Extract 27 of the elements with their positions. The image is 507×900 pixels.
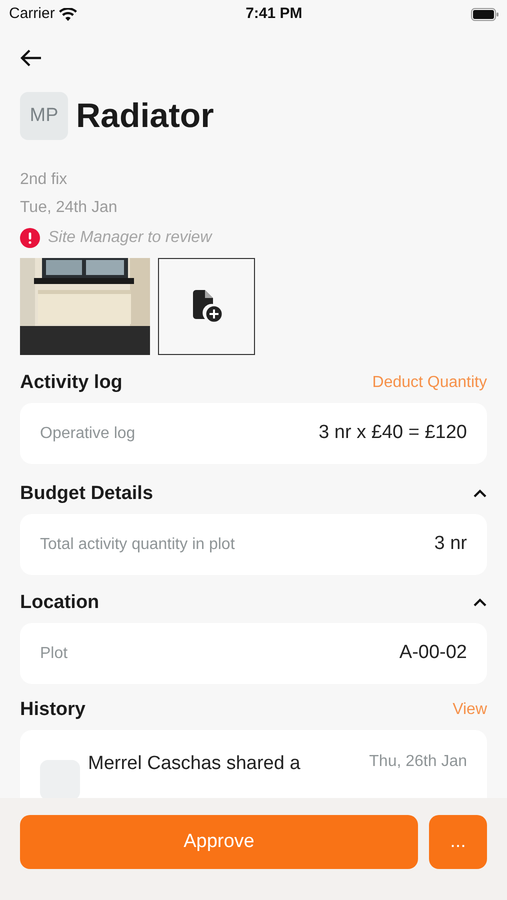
row-label: Total activity quantity in plot bbox=[40, 534, 235, 554]
section-title: Location bbox=[20, 591, 100, 615]
avatar: MP bbox=[20, 92, 68, 140]
deduct-quantity-link[interactable]: Deduct Quantity bbox=[372, 371, 487, 395]
view-link[interactable]: View bbox=[452, 698, 487, 722]
battery-icon bbox=[470, 8, 499, 20]
subtitle-text: 2nd fix bbox=[20, 170, 68, 190]
section-title: Budget Details bbox=[20, 482, 154, 506]
row-value: 3 nr x £40 = £120 bbox=[318, 421, 467, 446]
alert-icon bbox=[20, 228, 40, 248]
page-title: Radiator bbox=[76, 96, 214, 136]
carrier-label: Carrier bbox=[9, 4, 55, 24]
status-text: Site Manager to review bbox=[48, 228, 212, 248]
row-value: 3 nr bbox=[434, 532, 467, 556]
row-label: Operative log bbox=[40, 424, 136, 444]
clock-time: 7:41 PM bbox=[246, 4, 302, 24]
row-label: Plot bbox=[40, 644, 68, 664]
section-title: History bbox=[20, 698, 86, 722]
section-title: Activity log bbox=[20, 371, 122, 395]
date-text: Tue, 24th Jan bbox=[20, 198, 118, 218]
add-attachment-button[interactable] bbox=[158, 258, 255, 355]
row-value: A-00-02 bbox=[399, 641, 467, 666]
wifi-icon bbox=[58, 8, 77, 20]
approve-button[interactable]: Approve bbox=[20, 815, 418, 869]
history-date: Thu, 26th Jan bbox=[369, 752, 467, 772]
history-text: Merrel Caschas shared a bbox=[88, 752, 300, 776]
more-button[interactable]: ... bbox=[429, 815, 487, 869]
